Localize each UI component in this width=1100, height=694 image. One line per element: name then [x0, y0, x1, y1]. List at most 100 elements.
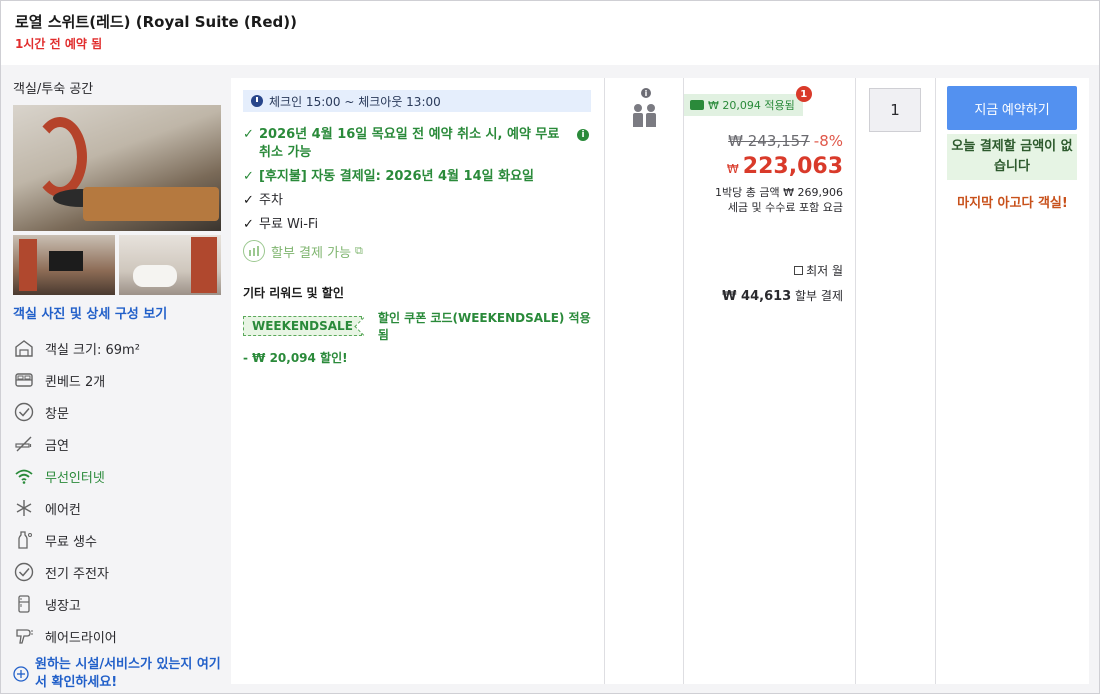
facility-search-label: 원하는 시설/서비스가 있는지 여기서 확인하세요! [35, 657, 221, 690]
price-panel: ₩ 20,094 적용됨 1 ₩ 243,157 -8% ₩223,063 1박당… [684, 78, 856, 684]
info-icon[interactable]: i [641, 88, 651, 98]
snowflake-icon [13, 497, 35, 519]
monthly-installment: 최저 월 ₩ 44,613 할부 결제 [722, 262, 843, 304]
condition-list: ✓ 2026년 4월 16일 목요일 전 예약 취소 시, 예약 무료 취소 가… [243, 126, 592, 234]
installment-label: 할부 결제 가능 [271, 245, 352, 261]
check-icon: ✓ [243, 193, 254, 208]
no-payment-today: 오늘 결제할 금액이 없습니다 [947, 134, 1077, 180]
person-icon [633, 104, 643, 127]
coupon-row: WEEKENDSALE 할인 쿠폰 코드(WEEKENDSALE) 적용됨 [243, 309, 592, 343]
tax-note: 세금 및 수수료 포함 요금 [727, 201, 843, 214]
check-icon: ✓ [243, 169, 254, 184]
view-room-details-link[interactable]: 객실 사진 및 상세 구성 보기 [13, 303, 230, 322]
room-photo-thumb[interactable] [119, 235, 221, 295]
condition-text: 2026년 4월 16일 목요일 전 예약 취소 시, 예약 무료 취소 가능 [259, 127, 560, 160]
hairdryer-icon [13, 625, 35, 647]
conditions-panel: 체크인 15:00 ~ 체크아웃 13:00 ✓ 2026년 4월 16일 목요… [231, 78, 605, 684]
per-night-line: 1박당 총 금액 ₩ 269,906 [715, 186, 843, 199]
thumb-curtain-shape [191, 237, 217, 293]
facility-search-link[interactable]: 원하는 시설/서비스가 있는지 여기서 확인하세요! [13, 656, 230, 692]
amenity-list: 객실 크기: 69m² 퀸베드 2개 창문 금연 무선인터넷 에어컨 무료 생수 [13, 332, 230, 652]
amenity-label: 금연 [45, 438, 69, 454]
thumb-tv-shape [49, 251, 83, 271]
final-price: ₩223,063 [715, 154, 843, 179]
final-price-value: 223,063 [742, 154, 843, 179]
info-icon[interactable]: i [577, 129, 589, 141]
amenity-label: 무료 생수 [45, 534, 97, 550]
amenity-label: 무선인터넷 [45, 470, 105, 486]
photo-stair-shape [33, 117, 87, 197]
parking-row: ✓ 주차 [243, 192, 592, 210]
coupon-description: 할인 쿠폰 코드(WEEKENDSALE) 적용됨 [377, 311, 591, 342]
booked-notice: 1시간 전 예약 됨 [15, 37, 103, 51]
amenity-label: 냉장고 [45, 598, 81, 614]
badge-count: 1 [795, 86, 812, 102]
room-photo-thumbnails [13, 235, 230, 295]
installment-amount: ₩ 44,613 할부 결제 [722, 287, 843, 304]
no-smoking-icon [13, 433, 35, 455]
lowest-label-text: 최저 월 [806, 264, 843, 278]
rewards-title: 기타 리워드 및 할인 [243, 286, 344, 300]
amenity-item: 무선인터넷 [13, 460, 230, 492]
external-link-icon [794, 266, 804, 275]
amenity-item: 냉장고 [13, 588, 230, 620]
amenity-label: 에어컨 [45, 502, 81, 518]
amenity-item: 무료 생수 [13, 524, 230, 556]
book-now-button[interactable]: 지금 예약하기 [947, 86, 1077, 130]
badge-text: ₩ 20,094 적용됨 [708, 99, 795, 112]
kettle-check-icon [13, 561, 35, 583]
window-check-icon [13, 401, 35, 423]
amenity-label: 퀸베드 2개 [45, 374, 106, 390]
room-photo-thumb[interactable] [13, 235, 115, 295]
amenity-item: 에어컨 [13, 492, 230, 524]
occupancy-panel: i [605, 78, 684, 684]
water-bottle-icon [13, 529, 35, 551]
currency-symbol: ₩ [726, 162, 739, 176]
amenity-item: 금연 [13, 428, 230, 460]
amenity-label: 창문 [45, 406, 69, 422]
installment-suffix: 할부 결제 [791, 289, 843, 303]
last-room-notice: 마지막 아고다 객실! [957, 196, 1068, 211]
installment-amount-value: ₩ 44,613 [722, 289, 792, 304]
amenity-label: 전기 주전자 [45, 566, 109, 582]
thumb-bath-shape [133, 265, 177, 287]
room-photo-main[interactable] [13, 105, 221, 231]
coupon-discount: - ₩ 20,094 할인! [243, 351, 348, 365]
discount-applied-badge[interactable]: ₩ 20,094 적용됨 1 [684, 86, 812, 116]
room-quantity-select[interactable]: 1 [869, 88, 921, 132]
plus-circle-icon [13, 656, 35, 692]
house-icon [13, 337, 35, 359]
check-icon: ✓ [243, 217, 254, 232]
amenity-item: 객실 크기: 69m² [13, 332, 230, 364]
discount-percent: -8% [813, 132, 843, 150]
free-wifi-row: ✓ 무료 Wi-Fi [243, 216, 592, 234]
condition-text: [후지불] 자동 결제일: 2026년 4월 14일 화요일 [259, 169, 534, 184]
lowest-monthly-label: 최저 월 [722, 262, 843, 279]
condition-text: 무료 Wi-Fi [259, 217, 319, 232]
bed-icon [13, 369, 35, 391]
checkin-time: 체크인 15:00 ~ 체크아웃 13:00 [269, 94, 441, 109]
photo-sofa-shape [83, 187, 219, 221]
coupon-code-tag: WEEKENDSALE [243, 316, 362, 336]
occupancy-indicator[interactable]: i [633, 88, 659, 127]
free-cancellation-row: ✓ 2026년 4월 16일 목요일 전 예약 취소 시, 예약 무료 취소 가… [243, 126, 592, 162]
quantity-panel: 1 [856, 78, 936, 684]
external-link-icon: ⧉ [355, 244, 363, 257]
condition-text: 주차 [259, 193, 283, 208]
coupon-ticket-icon [690, 100, 704, 110]
amenity-label: 헤어드라이어 [45, 630, 117, 646]
amenity-item: 창문 [13, 396, 230, 428]
installment-option[interactable]: 할부 결제 가능 ⧉ [243, 240, 592, 262]
room-info-column: 객실/투숙 공간 객실 사진 및 상세 구성 보기 객실 크기: 69m² 퀸베… [1, 66, 230, 693]
pay-later-row: ✓ [후지불] 자동 결제일: 2026년 4월 14일 화요일 [243, 168, 592, 186]
fridge-icon [13, 593, 35, 615]
room-title: 로열 스위트(레드) (Royal Suite (Red)) [15, 13, 297, 31]
price-block: ₩ 243,157 -8% ₩223,063 1박당 총 금액 ₩ 269,906… [715, 132, 843, 215]
amenity-label: 객실 크기: 69m² [45, 342, 140, 358]
installment-icon [243, 240, 265, 262]
per-night-total: 1박당 총 금액 ₩ 269,906 세금 및 수수료 포함 요금 [715, 185, 843, 215]
two-guests-icon [633, 104, 659, 127]
person-icon [646, 104, 656, 127]
original-price: ₩ 243,157 -8% [715, 132, 843, 150]
amenity-item: 퀸베드 2개 [13, 364, 230, 396]
